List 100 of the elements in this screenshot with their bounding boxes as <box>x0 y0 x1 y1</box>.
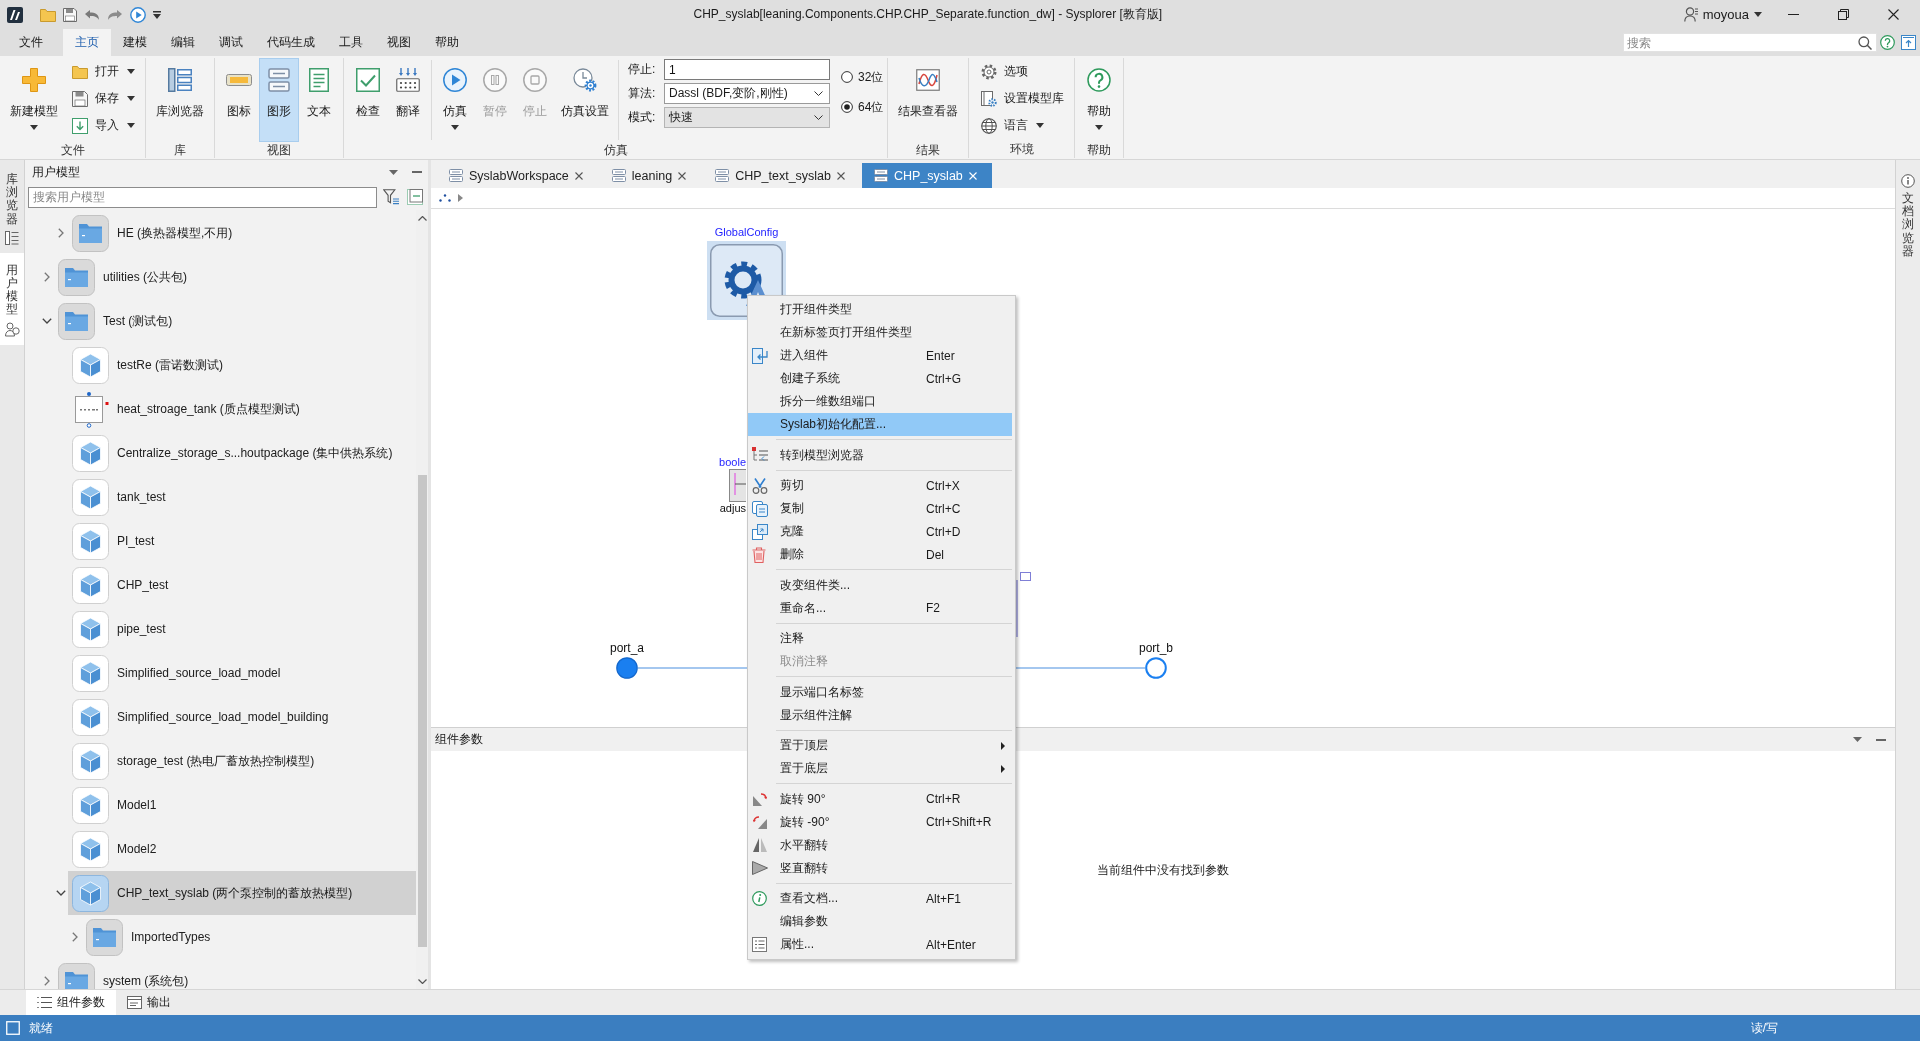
tree-item[interactable]: testRe (雷诺数测试) <box>68 343 416 387</box>
ribbon-button[interactable]: 仿真 <box>435 58 475 142</box>
radio-option[interactable]: 64位 <box>841 97 884 117</box>
editor-tab[interactable]: CHP_syslab <box>862 163 992 188</box>
minimize-icon[interactable] <box>1876 738 1886 741</box>
collapse-all-icon[interactable] <box>407 189 423 205</box>
menu-item[interactable]: 显示组件注解 <box>748 703 1012 727</box>
menu-item[interactable]: Syslab初始化配置... <box>748 413 1012 436</box>
caret-right-icon[interactable] <box>458 194 463 202</box>
text-field[interactable]: 1 <box>664 59 830 80</box>
radio-option[interactable]: 32位 <box>841 67 884 87</box>
ribbon-button[interactable]: 检查 <box>348 58 388 142</box>
menu-item[interactable]: 在新标签页打开组件类型 <box>748 321 1012 344</box>
help-icon[interactable] <box>1880 35 1895 50</box>
search-icon[interactable] <box>1858 35 1872 50</box>
menu-item[interactable]: 转到模型浏览器 <box>748 443 1012 467</box>
customize-caret-icon[interactable] <box>153 10 161 19</box>
menu-item[interactable]: 编辑参数 <box>748 910 1012 933</box>
chevron-down-icon[interactable] <box>56 890 66 896</box>
ribbon-button[interactable]: 设置模型库 <box>981 85 1065 112</box>
tree-item[interactable]: heat_stroage_tank (质点模型测试) <box>68 387 416 431</box>
editor-tab[interactable]: CHP_text_syslab <box>703 163 860 188</box>
close-icon[interactable] <box>1887 9 1899 20</box>
save-icon[interactable] <box>63 7 77 22</box>
tree-item[interactable]: HE (换热器模型,不用) <box>68 211 416 255</box>
redo-icon[interactable] <box>107 8 123 21</box>
menu-item[interactable]: 改变组件类... <box>748 573 1012 597</box>
filter-icon[interactable] <box>383 189 399 205</box>
editor-tab[interactable]: SyslabWorkspace <box>437 163 598 188</box>
menu-item[interactable]: 显示端口名标签 <box>748 680 1012 704</box>
menu-item[interactable]: 置于顶层 <box>748 734 1012 757</box>
dropdown-field[interactable]: Dassl (BDF,变阶,刚性) <box>664 83 830 104</box>
menu-tab[interactable]: 调试 <box>207 29 255 56</box>
ribbon-button[interactable]: 语言 <box>981 112 1065 139</box>
panel-tab[interactable]: 组件参数 <box>26 990 116 1015</box>
restore-icon[interactable] <box>1837 9 1849 20</box>
chevron-right-icon[interactable] <box>72 932 78 942</box>
tree-item[interactable]: Simplified_source_load_model_building <box>68 695 416 739</box>
menu-item[interactable]: 注释 <box>748 627 1012 650</box>
close-icon[interactable] <box>574 171 583 180</box>
minimize-icon[interactable] <box>1787 14 1799 15</box>
caret-down-icon[interactable] <box>389 169 398 175</box>
panel-tab[interactable]: 输出 <box>116 990 182 1015</box>
caret-down-icon[interactable] <box>1754 12 1762 17</box>
menu-item[interactable]: 重命名... F2 <box>748 596 1012 620</box>
menu-tab[interactable]: 文件 <box>7 29 55 56</box>
tree-item[interactable]: Test (测试包) <box>54 299 416 343</box>
chevron-right-icon[interactable] <box>58 228 64 238</box>
side-tab[interactable]: 文档浏览器 <box>1901 160 1915 266</box>
tree-item[interactable]: tank_test <box>68 475 416 519</box>
user-name[interactable]: moyoua <box>1702 7 1749 22</box>
menu-tab[interactable]: 视图 <box>375 29 423 56</box>
tree-item[interactable]: storage_test (热电厂蓄放热控制模型) <box>68 739 416 783</box>
menu-tab[interactable]: 帮助 <box>423 29 471 56</box>
ribbon-button[interactable]: 仿真设置 <box>555 58 615 142</box>
tree-item[interactable]: Model2 <box>68 827 416 871</box>
ribbon-button[interactable]: 文本 <box>299 58 339 142</box>
ribbon-button[interactable]: 打开 <box>72 58 135 85</box>
scrollbar-thumb[interactable] <box>417 475 427 947</box>
menu-tab[interactable]: 建模 <box>111 29 159 56</box>
ribbon-button[interactable]: 选项 <box>981 58 1065 85</box>
ribbon-button[interactable]: 图形 <box>259 58 299 142</box>
menu-tab[interactable]: 主页 <box>63 29 111 56</box>
tree-item[interactable]: ImportedTypes <box>82 915 416 959</box>
ribbon-button[interactable]: 图标 <box>219 58 259 142</box>
tree-item[interactable]: CHP_text_syslab (两个泵控制的蓄放热模型) <box>68 871 416 915</box>
ribbon-button[interactable]: 翻译 <box>388 58 428 142</box>
arrow-up-box-icon[interactable] <box>1901 35 1916 50</box>
side-tab[interactable]: 库浏览器 <box>0 162 24 253</box>
tree-item[interactable]: CHP_test <box>68 563 416 607</box>
side-tab[interactable]: 用户模型 <box>0 252 24 345</box>
play-icon[interactable] <box>130 6 146 23</box>
chevron-up-icon[interactable] <box>417 216 427 221</box>
menu-item[interactable]: 水平翻转 <box>748 833 1012 857</box>
menu-item[interactable]: 创建子系统 Ctrl+G <box>748 367 1012 390</box>
tree-item[interactable]: PI_test <box>68 519 416 563</box>
chevron-right-icon[interactable] <box>44 272 50 282</box>
caret-down-icon[interactable] <box>1853 737 1862 742</box>
menu-tab[interactable]: 工具 <box>327 29 375 56</box>
menu-item[interactable]: 删除 Del <box>748 543 1012 566</box>
menu-tab[interactable]: 代码生成 <box>255 29 327 56</box>
menu-item[interactable]: 旋转 90° Ctrl+R <box>748 787 1012 811</box>
dots-icon[interactable] <box>439 194 451 202</box>
menu-item[interactable]: 旋转 -90° Ctrl+Shift+R <box>748 810 1012 834</box>
ribbon-button[interactable]: 结果查看器 <box>892 58 965 142</box>
menu-tab[interactable]: 编辑 <box>159 29 207 56</box>
menu-item[interactable]: 克隆 Ctrl+D <box>748 520 1012 543</box>
tree-item[interactable]: Model1 <box>68 783 416 827</box>
menu-item[interactable]: 打开组件类型 <box>748 298 1012 321</box>
chevron-down-icon[interactable] <box>417 979 427 984</box>
ribbon-button[interactable]: 库浏览器 <box>150 58 210 142</box>
tree-item[interactable]: pipe_test <box>68 607 416 651</box>
undo-icon[interactable] <box>84 8 100 21</box>
user-icon[interactable] <box>1683 7 1698 22</box>
menu-item[interactable]: 拆分一维数组端口 <box>748 390 1012 413</box>
menu-item[interactable]: 竖直翻转 <box>748 856 1012 880</box>
close-icon[interactable] <box>678 171 687 180</box>
tree-item[interactable]: Simplified_source_load_model <box>68 651 416 695</box>
tree-item[interactable]: utilities (公共包) <box>54 255 416 299</box>
menu-item[interactable]: 剪切 Ctrl+X <box>748 474 1012 497</box>
